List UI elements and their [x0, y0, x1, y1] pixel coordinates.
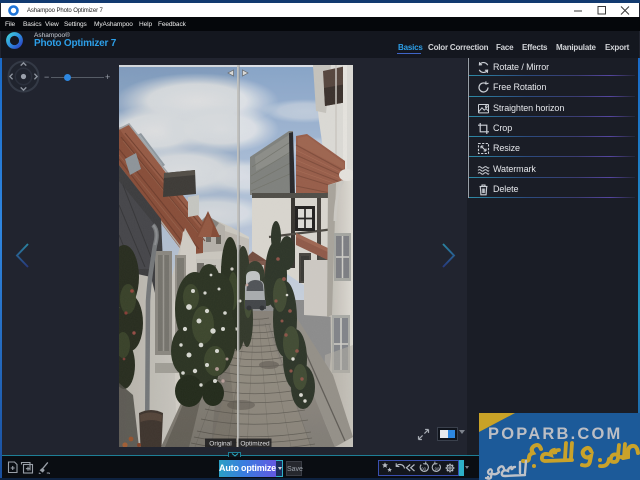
svg-text:Optimized: Optimized: [240, 441, 270, 447]
svg-text:Original: Original: [209, 441, 232, 447]
svg-text:90: 90: [421, 466, 426, 471]
svg-text:90: 90: [435, 466, 440, 471]
